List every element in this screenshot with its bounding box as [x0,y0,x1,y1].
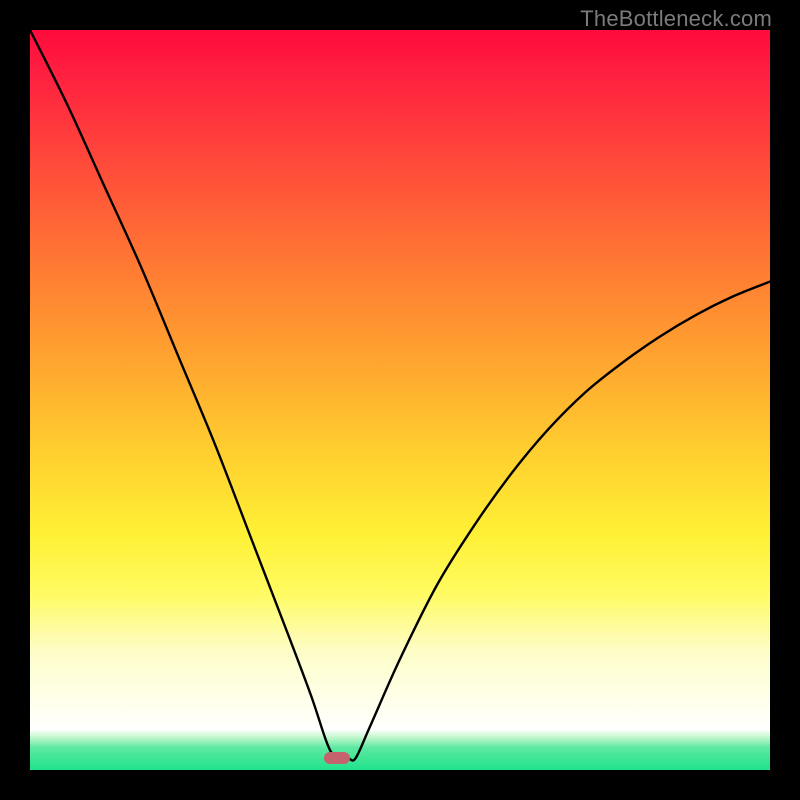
plot-area [30,30,770,770]
bottleneck-curve [30,30,770,770]
watermark-text: TheBottleneck.com [580,6,772,32]
valley-marker [324,752,350,764]
chart-frame: TheBottleneck.com [0,0,800,800]
